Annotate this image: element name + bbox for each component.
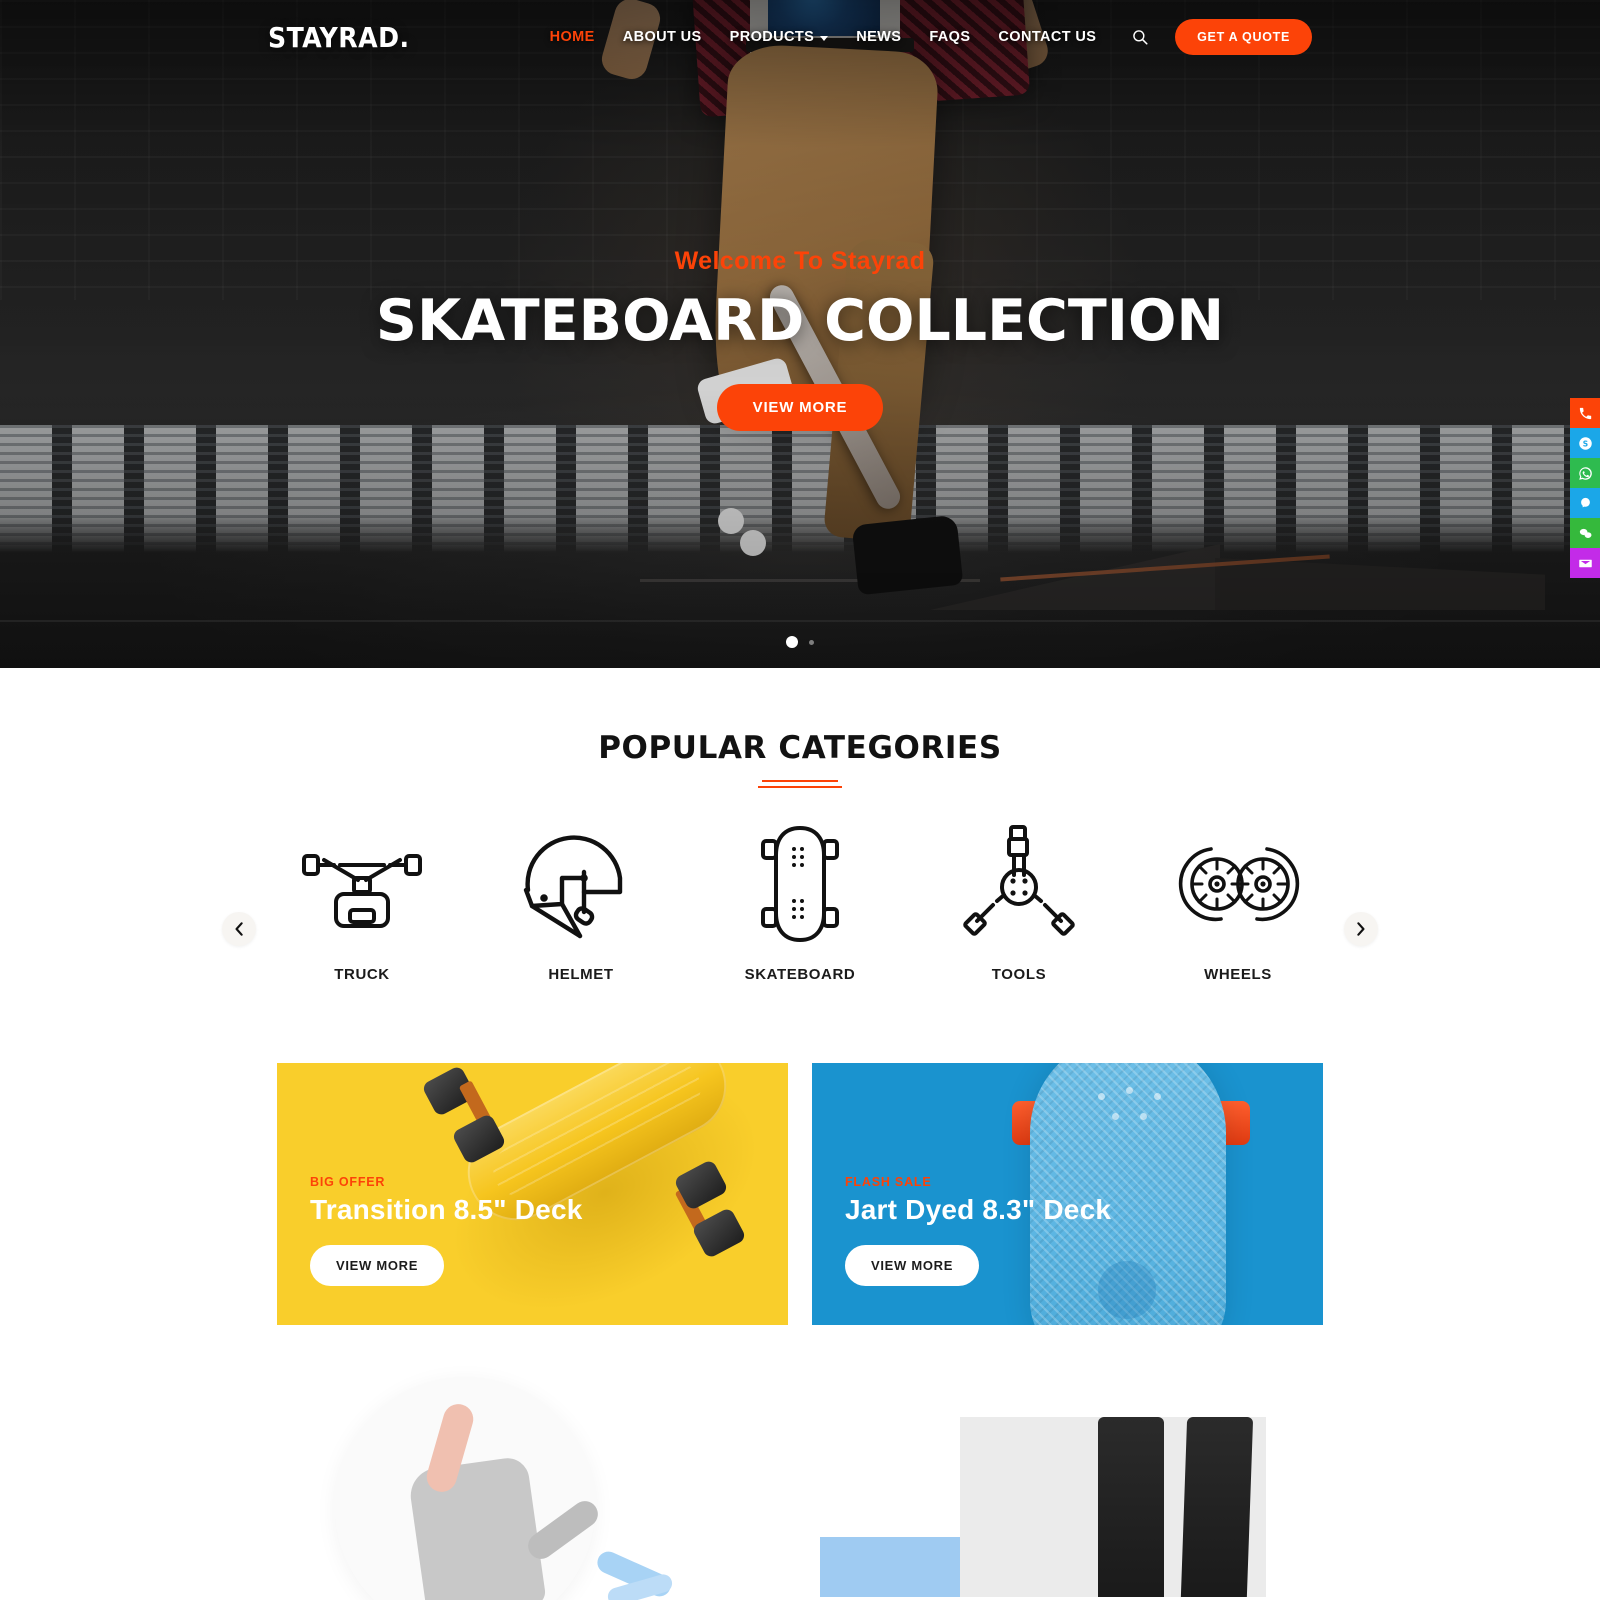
model-leg: [1098, 1417, 1164, 1597]
skate-tool-icon: [963, 825, 1075, 936]
skateboard-deck-icon: [761, 826, 839, 942]
chevron-right-icon: [1357, 922, 1365, 936]
hero-view-more-button[interactable]: VIEW MORE: [716, 384, 884, 431]
main-navigation: HOME ABOUT US PRODUCTS NEWS FAQS CONTACT…: [550, 29, 1097, 45]
section-title-underline: [758, 780, 842, 788]
hero-eyebrow: Welcome To Stayrad: [674, 247, 926, 275]
promo-text-block: FLASH SALE Jart Dyed 8.3" Deck VIEW MORE: [845, 1175, 1111, 1286]
nav-label: PRODUCTS: [729, 29, 815, 45]
deck-hole: [1112, 1113, 1119, 1120]
nav-label: HOME: [549, 29, 595, 45]
model-leg: [1180, 1417, 1254, 1597]
nav-item-news[interactable]: NEWS: [856, 29, 901, 45]
svg-text:S: S: [1582, 439, 1587, 448]
promo-title: Transition 8.5" Deck: [310, 1194, 583, 1225]
popular-categories-section: POPULAR CATEGORIES TRUCK HELMET SKATEBOA…: [0, 668, 1600, 983]
category-label: HELMET: [548, 966, 614, 983]
deck-hole: [1098, 1093, 1105, 1100]
product-teaser-apparel[interactable]: [812, 1367, 1323, 1597]
telegram-icon: [1580, 497, 1590, 507]
social-telegram-button[interactable]: [1570, 488, 1600, 518]
social-phone-button[interactable]: [1570, 398, 1600, 428]
deck-hole: [1140, 1113, 1147, 1120]
hero-slider: STAYRAD. HOME ABOUT US PRODUCTS NEWS FAQ…: [0, 0, 1600, 668]
category-icon-wrap: [760, 824, 840, 944]
social-whatsapp-button[interactable]: [1570, 458, 1600, 488]
category-label: TOOLS: [991, 966, 1047, 983]
promo-card-flash-sale[interactable]: FLASH SALE Jart Dyed 8.3" Deck VIEW MORE: [812, 1063, 1323, 1325]
promo-kicker: BIG OFFER: [310, 1175, 386, 1189]
hero-slider-dot-2[interactable]: [809, 639, 814, 645]
product-teasers: [0, 1367, 1600, 1600]
floating-social-rail: S: [1570, 398, 1600, 578]
category-icon-wrap: [1175, 824, 1301, 944]
promo-view-more-button[interactable]: VIEW MORE: [310, 1245, 445, 1286]
wheels-icon: [1178, 847, 1300, 922]
category-icon-wrap: [300, 824, 424, 944]
whatsapp-icon: [1578, 466, 1592, 480]
hero-slider-dot-1[interactable]: [786, 636, 798, 648]
promo-text-block: BIG OFFER Transition 8.5" Deck VIEW MORE: [310, 1175, 583, 1286]
nav-item-contact-us[interactable]: CONTACT US: [998, 29, 1096, 45]
nav-label: FAQS: [929, 29, 971, 45]
nav-item-products[interactable]: PRODUCTS: [730, 29, 829, 45]
category-label: TRUCK: [334, 966, 390, 983]
hero-title: SKATEBOARD COLLECTION: [375, 288, 1225, 354]
product-teaser-gloves[interactable]: [277, 1367, 788, 1600]
category-item-wheels[interactable]: WHEELS: [1129, 824, 1348, 983]
nav-item-about-us[interactable]: ABOUT US: [623, 29, 702, 45]
nav-item-home[interactable]: HOME: [550, 29, 595, 45]
site-header: STAYRAD. HOME ABOUT US PRODUCTS NEWS FAQ…: [0, 0, 1600, 74]
social-email-button[interactable]: [1570, 548, 1600, 578]
wechat-icon: [1579, 528, 1591, 538]
categories-prev-button[interactable]: [222, 912, 256, 946]
search-button[interactable]: [1127, 24, 1153, 50]
categories-next-button[interactable]: [1344, 912, 1378, 946]
social-wechat-button[interactable]: [1570, 518, 1600, 548]
hero-slider-pagination: [0, 636, 1600, 648]
category-label: WHEELS: [1204, 966, 1272, 983]
deck-hole: [1154, 1093, 1161, 1100]
promo-kicker: FLASH SALE: [845, 1175, 932, 1189]
categories-carousel: TRUCK HELMET SKATEBOARD TOOLS WHEELS: [0, 824, 1600, 983]
helmet-icon: [523, 835, 623, 939]
email-icon: [1578, 559, 1592, 567]
brand-logo[interactable]: STAYRAD.: [268, 21, 410, 54]
category-item-truck[interactable]: TRUCK: [253, 824, 472, 983]
promo-card-big-offer[interactable]: BIG OFFER Transition 8.5" Deck VIEW MORE: [277, 1063, 788, 1325]
phone-icon: [1579, 407, 1591, 419]
chevron-down-icon: [820, 35, 829, 41]
nav-label: ABOUT US: [622, 29, 702, 45]
chevron-left-icon: [235, 922, 243, 936]
deck-hole: [1126, 1087, 1133, 1094]
promo-title: Jart Dyed 8.3" Deck: [845, 1194, 1112, 1225]
category-label: SKATEBOARD: [744, 966, 856, 983]
nav-item-faqs[interactable]: FAQS: [929, 29, 970, 45]
category-icon-wrap: [522, 824, 640, 944]
category-item-skateboard[interactable]: SKATEBOARD: [691, 824, 910, 983]
skateboard-truck-icon: [302, 854, 422, 928]
search-icon: [1133, 30, 1148, 45]
section-title: POPULAR CATEGORIES: [598, 730, 1002, 766]
skype-icon: S: [1578, 436, 1592, 450]
social-skype-button[interactable]: S: [1570, 428, 1600, 458]
category-icon-wrap: [957, 824, 1081, 944]
category-item-helmet[interactable]: HELMET: [472, 824, 691, 983]
nav-label: CONTACT US: [998, 29, 1097, 45]
promo-view-more-button[interactable]: VIEW MORE: [845, 1245, 980, 1286]
nav-label: NEWS: [856, 29, 902, 45]
category-item-tools[interactable]: TOOLS: [910, 824, 1129, 983]
promo-banners: BIG OFFER Transition 8.5" Deck VIEW MORE…: [0, 1063, 1600, 1325]
header-actions: GET A QUOTE: [1127, 19, 1312, 55]
get-a-quote-button[interactable]: GET A QUOTE: [1175, 19, 1312, 55]
hero-content: Welcome To Stayrad SKATEBOARD COLLECTION…: [0, 0, 1600, 668]
